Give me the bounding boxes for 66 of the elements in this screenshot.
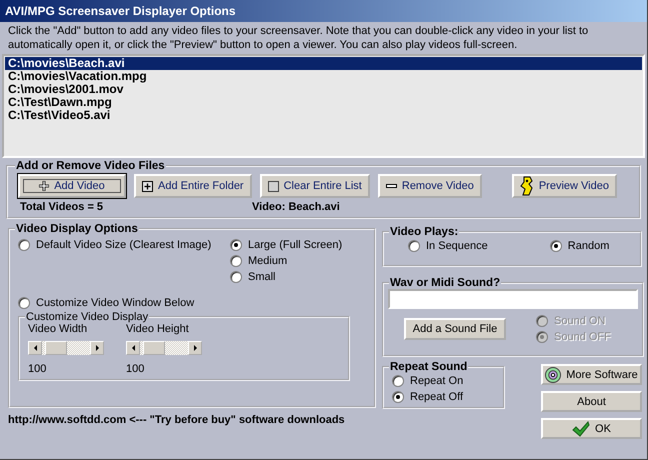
add-sound-button[interactable]: Add a Sound File [404,318,506,340]
video-list[interactable]: C:\movies\Beach.avi C:\movies\Vacation.mpg C:\movies\2001.mov C:\Test\Dawn.mpg C:\Test\Video5.avi [2,54,645,158]
list-item[interactable]: C:\Test\Video5.avi [5,109,642,122]
radio-circle[interactable] [230,255,242,267]
group-title: Repeat Sound [389,361,468,373]
scroll-left-button[interactable] [126,341,140,355]
toolbar-button[interactable]: Preview Video [512,174,617,198]
group-title: Add or Remove Video Files [15,160,166,172]
radio-button[interactable]: Default Video Size (Clearest Image) [18,237,230,253]
radio-button[interactable]: Small [230,269,342,285]
slider-label: Video Width [28,323,88,335]
scroll-right-button[interactable] [188,341,202,355]
toolbar-button[interactable]: Add Entire Folder [134,174,252,198]
plus-box-icon [142,180,153,192]
left-arrow-icon [132,345,134,351]
slider-thumb[interactable] [142,341,165,355]
check-icon [572,420,590,436]
radio-circle[interactable] [408,240,420,252]
window-title: AVI/MPG Screensaver Displayer Options [0,0,647,22]
radio-circle[interactable] [230,271,242,283]
radio-button[interactable]: Medium [230,253,342,269]
list-item[interactable]: C:\movies\Beach.avi [5,57,642,70]
radio-circle[interactable] [18,239,30,251]
group-title: Customize Video Display [25,311,150,323]
radio-circle[interactable] [392,391,404,403]
disc-icon [545,366,562,382]
list-item[interactable]: C:\movies\2001.mov [5,83,642,96]
radio-button[interactable]: Random [550,238,610,254]
total-count: Total Videos = 5 [20,201,104,213]
scroll-left-button[interactable] [28,341,42,355]
slider-thumb[interactable] [44,341,67,355]
sound-file-field[interactable] [388,289,638,309]
radio-circle[interactable] [550,240,562,252]
right-arrow-icon [194,345,196,351]
left-arrow-icon [34,345,36,351]
group-title: Video Display Options [15,223,139,235]
current-video: Video: Beach.avi [252,201,340,213]
radio-circle[interactable] [18,297,30,309]
slider-value: 100 [28,363,46,375]
group-title: Wav or Midi Sound? [389,277,502,289]
radio-circle[interactable] [392,375,404,387]
dialog-button[interactable]: OK [541,418,642,439]
dialog-button[interactable]: More Software [541,364,642,385]
dialog-button[interactable]: About [541,391,642,412]
toolbar-button[interactable]: Remove Video [378,174,482,198]
radio-button[interactable]: Large (Full Screen) [230,237,342,253]
plus-icon [39,181,50,191]
figure-icon [520,176,534,196]
radio-button[interactable]: In Sequence [408,238,488,254]
slider-label: Video Height [126,323,189,335]
right-arrow-icon [96,345,98,351]
radio-button[interactable]: Customize Video Window Below [18,295,366,311]
website-text: http://www.softdd.com <--- "Try before buy" software downloads [8,414,346,426]
radio-button[interactable]: Repeat On [392,373,495,389]
toolbar-button[interactable]: Clear Entire List [260,174,370,198]
radio-button[interactable]: Repeat Off [392,389,495,405]
toolbar-button[interactable]: Add Video [18,174,126,198]
scroll-right-button[interactable] [90,341,104,355]
square-icon [268,180,279,192]
list-item[interactable]: C:\movies\Vacation.mpg [5,70,642,83]
slider-value: 100 [126,363,144,375]
group-title: Video Plays: [389,226,460,238]
list-item[interactable]: C:\Test\Dawn.mpg [5,96,642,109]
minus-icon [386,184,397,188]
instructions-text: Click the "Add" button to add any video files to your screensaver. Note that you can double-click any video in your list to automatically open it, or click the "Preview" button to open a viewer. You can also play videos full-screen. [7,24,590,53]
radio-circle[interactable] [230,239,242,251]
